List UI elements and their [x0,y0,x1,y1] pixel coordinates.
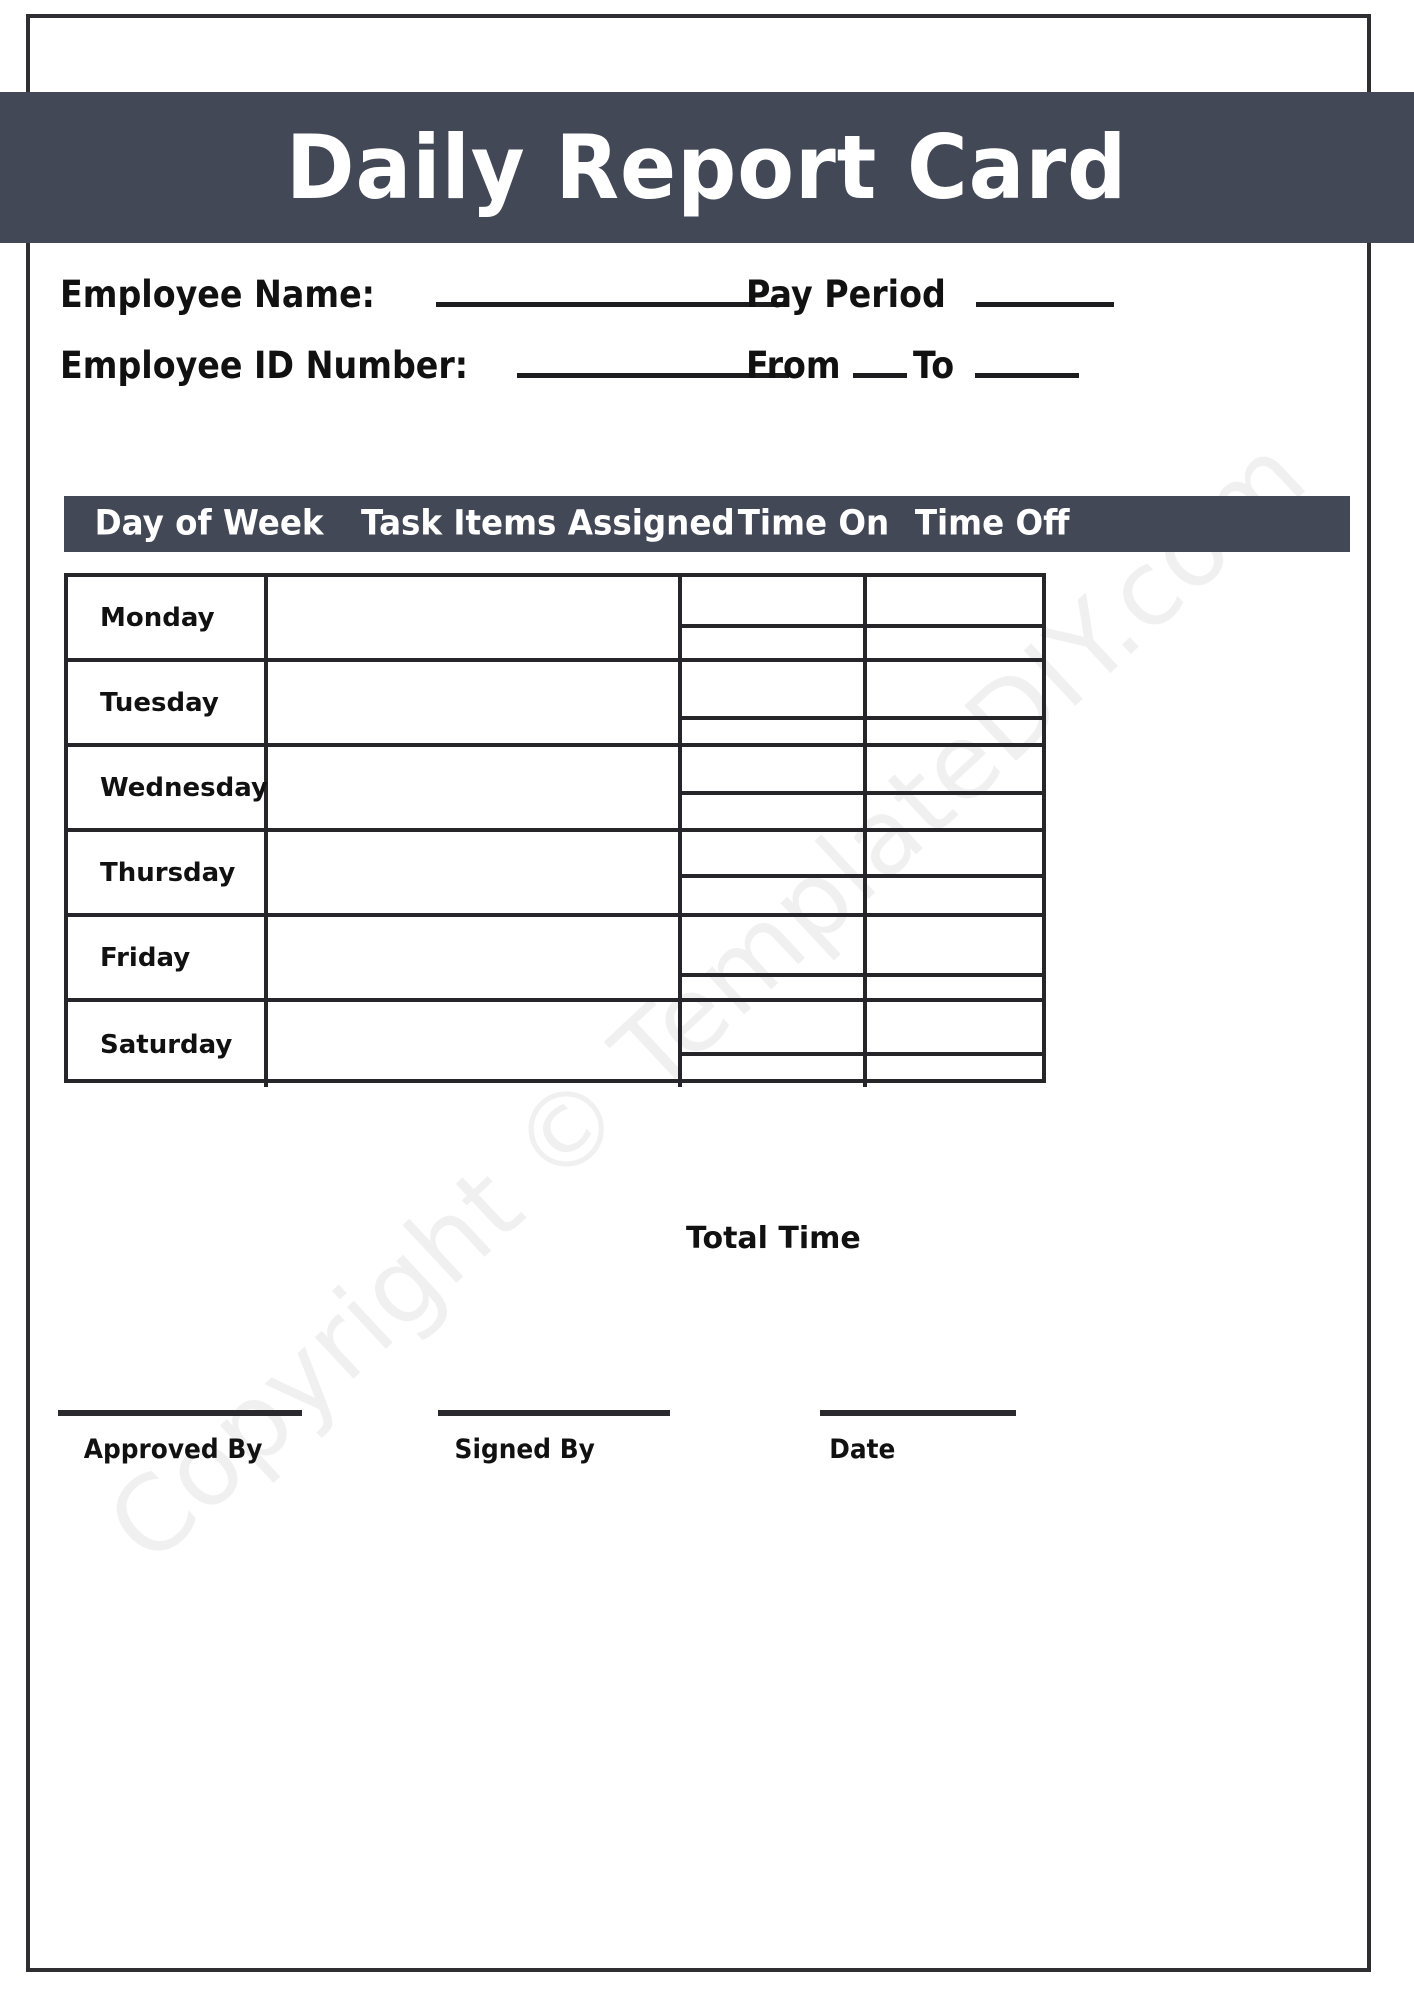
pay-period-label: Pay Period [746,273,946,316]
time-off-divider [867,624,1042,628]
time-off-divider [867,973,1042,977]
pay-period-range-row: From To [746,347,1079,384]
time-on-divider [682,1052,863,1056]
date-block: Date [820,1410,1016,1463]
day-label: Wednesday [100,772,268,803]
employee-id-label: Employee ID Number: [60,344,469,387]
cell-time-off[interactable] [867,747,1042,828]
cell-task-items[interactable] [268,577,682,658]
time-on-divider [682,791,863,795]
time-off-divider [867,1052,1042,1056]
time-on-divider [682,874,863,878]
table-row: Monday [68,577,1042,662]
day-label: Thursday [100,857,236,888]
cell-time-off[interactable] [867,662,1042,743]
cell-task-items[interactable] [268,662,682,743]
cell-task-items[interactable] [268,747,682,828]
cell-task-items[interactable] [268,1002,682,1087]
from-input[interactable] [853,373,908,378]
title-banner: Daily Report Card [0,92,1414,243]
cell-time-off[interactable] [867,1002,1042,1087]
signed-by-block: Signed By [438,1410,670,1463]
date-input[interactable] [820,1410,1016,1416]
column-header-time-on: Time On [737,503,890,544]
employee-id-row: Employee ID Number: [60,344,790,387]
time-off-divider [867,716,1042,720]
time-on-divider [682,624,863,628]
cell-day-of-week: Friday [68,917,268,998]
cell-time-on[interactable] [682,747,867,828]
cell-time-on[interactable] [682,662,867,743]
table-row: Thursday [68,832,1042,917]
day-label: Saturday [100,1029,233,1060]
from-label: From [746,344,841,387]
day-label: Tuesday [100,687,219,718]
table-row: Saturday [68,1002,1042,1087]
employee-name-row: Employee Name: [60,276,784,313]
cell-day-of-week: Saturday [68,1002,268,1087]
total-time-label: Total Time [686,1221,861,1256]
pay-period-row: Pay Period [746,276,1114,313]
to-input[interactable] [974,373,1079,378]
column-header-time-off: Time Off [914,503,1070,544]
report-card-page: Copyright © TemplateDIY.com Daily Report… [0,0,1414,2000]
day-label: Monday [100,602,215,633]
approved-by-input[interactable] [58,1410,302,1416]
time-on-divider [682,716,863,720]
cell-task-items[interactable] [268,917,682,998]
cell-time-on[interactable] [682,577,867,658]
table-row: Wednesday [68,747,1042,832]
signed-by-input[interactable] [438,1410,670,1416]
cell-time-on[interactable] [682,832,867,913]
approved-by-label: Approved By [83,1434,263,1465]
day-label: Friday [100,942,191,973]
cell-time-off[interactable] [867,832,1042,913]
to-label: To [913,344,955,387]
page-title: Daily Report Card [286,115,1128,219]
employee-name-label: Employee Name: [60,273,375,316]
date-label: Date [829,1434,896,1465]
cell-task-items[interactable] [268,832,682,913]
cell-day-of-week: Wednesday [68,747,268,828]
cell-time-off[interactable] [867,917,1042,998]
column-header-day-of-week: Day of Week [94,503,324,544]
pay-period-input[interactable] [976,302,1114,307]
cell-time-on[interactable] [682,1002,867,1087]
approved-by-block: Approved By [58,1410,302,1463]
time-on-divider [682,973,863,977]
table-header-bar: Day of Week Task Items Assigned Time On … [64,496,1350,552]
column-header-task-items-assigned: Task Items Assigned [361,503,735,544]
time-off-divider [867,874,1042,878]
cell-day-of-week: Tuesday [68,662,268,743]
signed-by-label: Signed By [454,1434,595,1465]
cell-day-of-week: Monday [68,577,268,658]
time-off-divider [867,791,1042,795]
cell-time-on[interactable] [682,917,867,998]
cell-time-off[interactable] [867,577,1042,658]
table-row: Tuesday [68,662,1042,747]
cell-day-of-week: Thursday [68,832,268,913]
schedule-table: Monday Tuesday Wednesday Thursday Friday… [64,573,1046,1087]
employee-name-input[interactable] [435,302,784,307]
table-row: Friday [68,917,1042,1002]
